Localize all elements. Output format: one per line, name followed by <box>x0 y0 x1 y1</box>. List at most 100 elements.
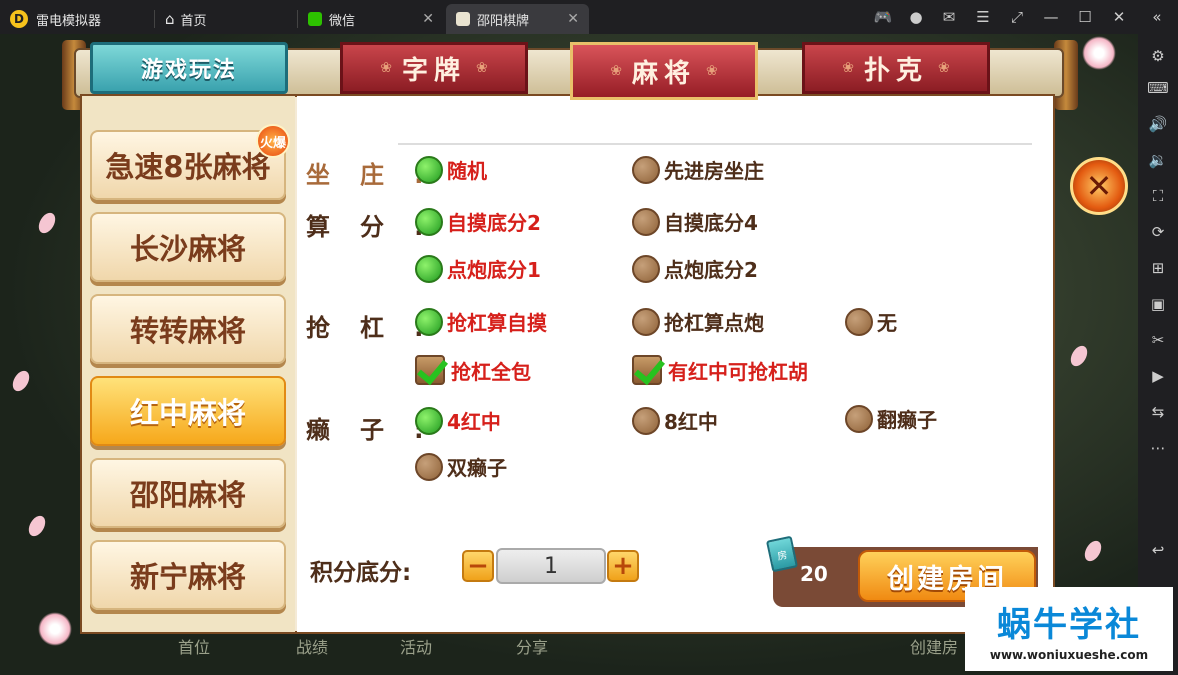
expand-icon[interactable]: ⤢ <box>1000 0 1034 34</box>
option-fanlaizi[interactable]: 翻癞子 <box>845 404 937 433</box>
bg-nav-item: 创建房 <box>910 638 959 657</box>
option-shuanglaizi[interactable]: 双癞子 <box>415 452 507 481</box>
account-icon[interactable]: ● <box>899 0 933 34</box>
apk-icon[interactable]: ▣ <box>1146 292 1170 316</box>
decrement-button[interactable]: − <box>462 550 494 582</box>
radio-on-icon <box>415 307 443 336</box>
radio-on-icon <box>415 207 443 236</box>
app-logo-icon: D <box>10 10 28 28</box>
ornament-icon: ❀ <box>938 60 950 76</box>
ornament-icon: ❀ <box>706 63 718 79</box>
close-tab-icon[interactable]: ✕ <box>422 11 434 27</box>
keyboard-icon[interactable]: ⌨ <box>1146 76 1170 100</box>
game-item-label: 长沙麻将 <box>129 232 246 266</box>
volume-down-icon[interactable]: 🔉 <box>1146 148 1170 172</box>
tab-majiang-label: 麻将 <box>631 58 696 89</box>
option-qg-none[interactable]: 无 <box>845 307 897 336</box>
volume-up-icon[interactable]: 🔊 <box>1146 112 1170 136</box>
option-zimo2[interactable]: 自摸底分2 <box>415 207 541 236</box>
emulator-sidebar: ⚙ ⌨ 🔊 🔉 ⛶ ⟳ ⊞ ▣ ✂ ▶ ⇆ ⋯ ↩ <box>1138 34 1178 675</box>
gamepad-icon[interactable]: 🎮 <box>866 0 900 34</box>
wechat-icon <box>308 12 322 26</box>
radio-off-icon <box>632 406 660 435</box>
game-item-xinning[interactable]: 新宁麻将 <box>90 540 286 610</box>
screenshot-icon[interactable]: ⛶ <box>1146 184 1170 208</box>
menu-icon[interactable]: ☰ <box>966 0 1000 34</box>
option-label: 抢杠算点炮 <box>664 311 764 335</box>
radio-off-icon <box>845 307 873 336</box>
tab-home[interactable]: ⌂ 首页 <box>155 4 298 34</box>
option-label: 4红中 <box>447 410 501 434</box>
increment-button[interactable]: + <box>607 550 639 582</box>
minimize-icon[interactable]: — <box>1034 0 1068 34</box>
option-8hongzhong[interactable]: 8红中 <box>632 406 718 435</box>
divider <box>398 143 1032 145</box>
maximize-icon[interactable]: ☐ <box>1068 0 1102 34</box>
game-item-zhuanzhuan[interactable]: 转转麻将 <box>90 294 286 364</box>
option-label: 抢杠全包 <box>451 359 531 384</box>
game-icon <box>456 12 470 26</box>
add-window-icon[interactable]: ⊞ <box>1146 256 1170 280</box>
option-qg-zimo[interactable]: 抢杠算自摸 <box>415 307 547 336</box>
game-item-hongzhong[interactable]: 红中麻将 <box>90 376 286 446</box>
blossom-icon <box>38 612 72 646</box>
option-label: 翻癞子 <box>877 408 937 432</box>
sync-icon[interactable]: ⟳ <box>1146 220 1170 244</box>
option-label: 有红中可抢杠胡 <box>668 359 808 384</box>
check-hongzhong-qg[interactable]: 有红中可抢杠胡 <box>632 355 808 385</box>
transfer-icon[interactable]: ⇆ <box>1146 400 1170 424</box>
option-4hongzhong[interactable]: 4红中 <box>415 406 501 435</box>
score-value[interactable]: 1 <box>496 548 606 584</box>
tab-home-label: 首页 <box>180 13 207 29</box>
option-zimo4[interactable]: 自摸底分4 <box>632 207 758 236</box>
checkbox-checked-icon <box>632 355 662 385</box>
option-label: 先进房坐庄 <box>664 159 764 183</box>
game-item-changsha[interactable]: 长沙麻将 <box>90 212 286 282</box>
option-label: 随机 <box>447 159 487 183</box>
close-dialog-button[interactable]: ✕ <box>1070 157 1128 215</box>
video-icon[interactable]: ▶ <box>1146 364 1170 388</box>
ornament-icon: ❀ <box>610 63 622 79</box>
tab-game[interactable]: 邵阳棋牌 ✕ <box>446 4 589 34</box>
option-dianpao1[interactable]: 点炮底分1 <box>415 254 541 283</box>
tab-zipai[interactable]: ❀ 字牌 ❀ <box>340 42 528 94</box>
option-label: 自摸底分4 <box>664 211 758 235</box>
close-window-icon[interactable]: ✕ <box>1102 0 1136 34</box>
bg-nav-item: 活动 <box>400 638 433 657</box>
game-item-label: 红中麻将 <box>129 396 246 430</box>
option-label: 双癞子 <box>447 456 507 480</box>
tab-zipai-label: 字牌 <box>401 55 466 86</box>
tab-puke[interactable]: ❀ 扑克 ❀ <box>802 42 990 94</box>
rules-title: 游戏玩法 <box>90 42 288 94</box>
settings-icon[interactable]: ⚙ <box>1146 44 1170 68</box>
game-item-shaoyang[interactable]: 邵阳麻将 <box>90 458 286 528</box>
hot-badge: 火爆 <box>256 124 290 158</box>
more-icon[interactable]: ⋯ <box>1146 436 1170 460</box>
room-card-cost: 20 <box>800 562 828 586</box>
radio-off-icon <box>632 207 660 236</box>
radio-on-icon <box>415 406 443 435</box>
option-label: 抢杠算自摸 <box>447 311 547 335</box>
game-item-jisu8[interactable]: 急速8张麻将 火爆 <box>90 124 290 200</box>
option-suiji[interactable]: 随机 <box>415 155 487 184</box>
option-xianjin[interactable]: 先进房坐庄 <box>632 155 764 184</box>
close-tab-icon[interactable]: ✕ <box>567 11 579 27</box>
collapse-sidebar-icon[interactable]: « <box>1140 0 1174 34</box>
option-dianpao2[interactable]: 点炮底分2 <box>632 254 758 283</box>
check-qg-quanbao[interactable]: 抢杠全包 <box>415 355 531 385</box>
mail-icon[interactable]: ✉ <box>932 0 966 34</box>
tab-majiang[interactable]: ❀ 麻将 ❀ <box>570 42 758 100</box>
score-label: 积分底分: <box>310 560 412 586</box>
ornament-icon: ❀ <box>380 60 392 76</box>
bg-nav-item: 分享 <box>516 638 549 657</box>
radio-off-icon <box>632 307 660 336</box>
checkbox-checked-icon <box>415 355 445 385</box>
radio-off-icon <box>632 155 660 184</box>
back-icon[interactable]: ↩ <box>1146 538 1170 562</box>
tab-wechat[interactable]: 微信 ✕ <box>298 4 444 34</box>
watermark-url: www.woniuxueshe.com <box>989 647 1149 662</box>
option-qg-dianpao[interactable]: 抢杠算点炮 <box>632 307 764 336</box>
radio-off-icon <box>415 452 443 481</box>
ornament-icon: ❀ <box>842 60 854 76</box>
scissors-icon[interactable]: ✂ <box>1146 328 1170 352</box>
